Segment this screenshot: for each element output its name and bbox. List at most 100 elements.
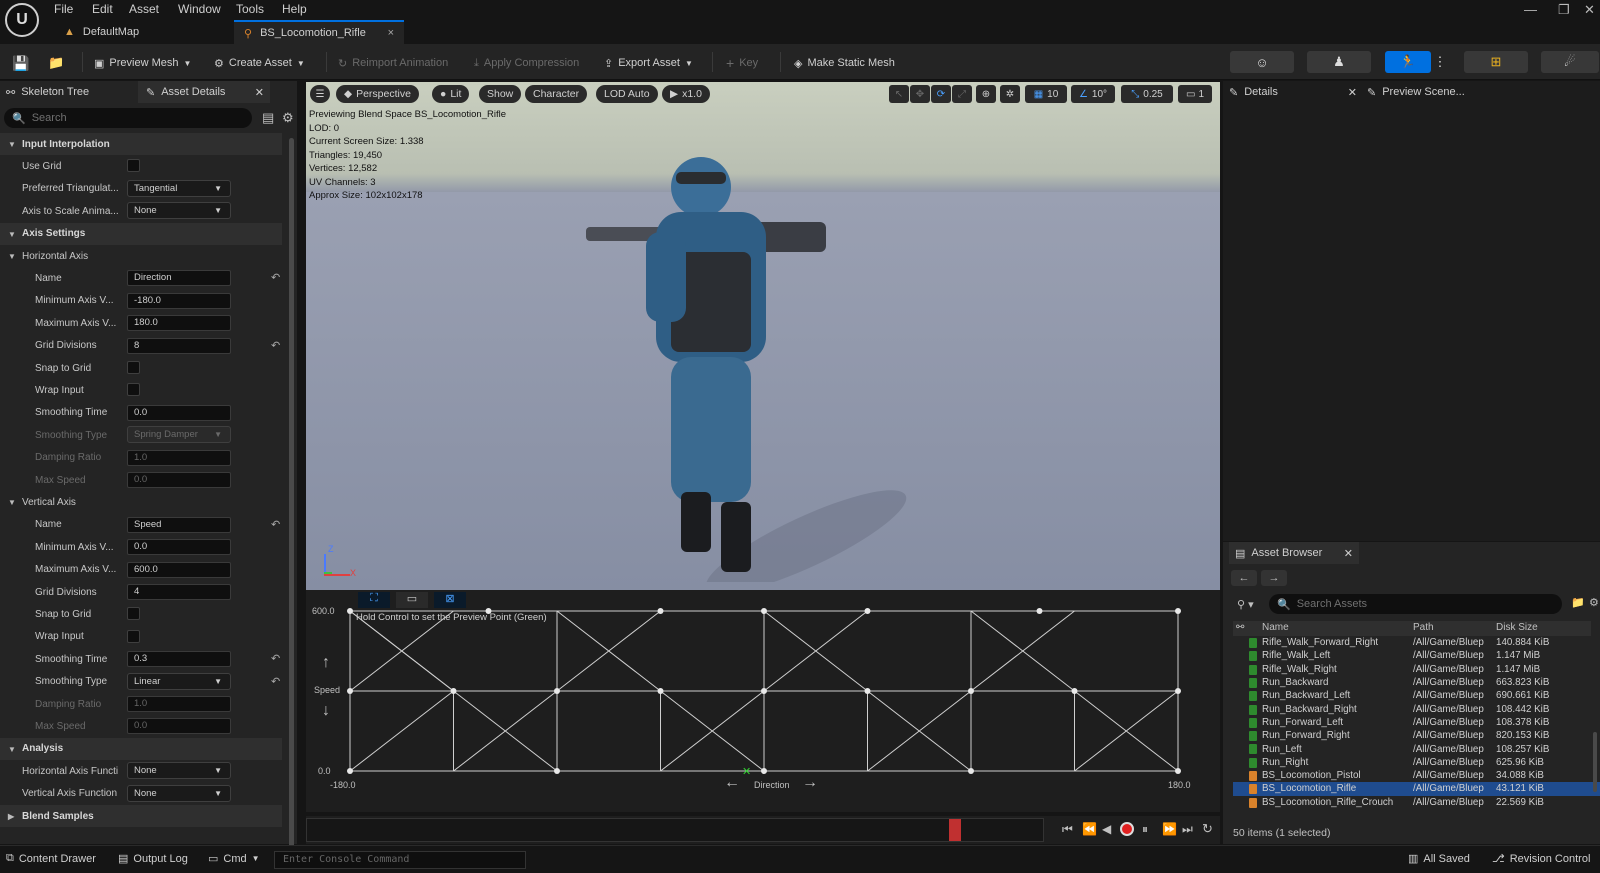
record-icon[interactable] <box>1120 822 1134 836</box>
property-value-field[interactable]: 0.3 <box>127 651 231 668</box>
property-row[interactable]: ▼ Horizontal Axis <box>0 245 282 267</box>
reset-to-default-icon[interactable]: ↶ <box>271 675 280 688</box>
reimport-animation-button[interactable]: ↻ Reimport Animation <box>338 53 448 73</box>
make-static-mesh-button[interactable]: ◈ Make Static Mesh <box>794 53 895 73</box>
col-name[interactable]: Name <box>1262 622 1289 633</box>
revision-control-button[interactable]: ⎇ Revision Control <box>1492 852 1590 866</box>
maximize-icon[interactable]: ❐ <box>1558 2 1570 18</box>
folder-icon[interactable]: 📁 <box>1571 596 1585 609</box>
mesh-mode-icon[interactable]: ♟ <box>1307 51 1371 73</box>
reset-to-default-icon[interactable]: ↶ <box>271 339 280 352</box>
tab-preview-scene[interactable]: ✎ Preview Scene... <box>1367 81 1507 103</box>
property-row[interactable]: ▼ Analysis <box>0 737 282 760</box>
unreal-logo-icon[interactable]: U <box>5 3 39 37</box>
preview-viewport[interactable]: ☰ ◆ Perspective ● Lit Show Character LOD… <box>306 82 1220 590</box>
loop-icon[interactable]: ↻ <box>1202 821 1213 837</box>
sample-point[interactable] <box>554 768 560 774</box>
close-window-icon[interactable]: ✕ <box>1584 2 1595 18</box>
asset-row[interactable]: Run_Backward_Left/All/Game/Bluep 690.661 … <box>1233 689 1600 702</box>
rotation-snap-toggle[interactable]: ∠ 10° <box>1071 85 1115 103</box>
details-search-input[interactable]: 🔍 Search <box>4 108 252 128</box>
select-tool-icon[interactable]: ↖ <box>889 85 909 103</box>
menu-file[interactable]: File <box>54 2 73 16</box>
asset-row[interactable]: Run_Forward_Left/All/Game/Bluep 108.378 K… <box>1233 716 1600 729</box>
collapse-arrow-icon[interactable]: ▼ <box>8 745 16 754</box>
skip-start-icon[interactable]: ⏮ <box>1062 822 1073 837</box>
property-value-field[interactable]: 0.0 <box>127 404 231 421</box>
sample-point[interactable] <box>761 688 767 694</box>
translate-tool-icon[interactable]: ✥ <box>910 85 930 103</box>
browse-icon[interactable]: 📁 <box>48 53 64 73</box>
minimize-icon[interactable]: — <box>1524 2 1537 17</box>
scale-snap-toggle[interactable]: ⤡ 0.25 <box>1121 85 1173 103</box>
property-value-field[interactable]: Direction <box>127 270 231 287</box>
menu-tools[interactable]: Tools <box>236 2 264 16</box>
sample-point[interactable] <box>347 608 353 614</box>
property-dropdown[interactable]: Tangential ▼ <box>127 179 231 197</box>
timeline[interactable]: ⏮ ⏪ ◀ ⏸ ⏩ ⏭ ↻ <box>306 816 1220 844</box>
settings-gear-icon[interactable]: ⚙ <box>282 110 294 126</box>
sample-point[interactable] <box>1175 768 1181 774</box>
camera-speed-button[interactable]: ▭ 1 <box>1178 85 1212 103</box>
asset-row[interactable]: Run_Right/All/Game/Bluep 625.96 KiB <box>1233 756 1600 769</box>
asset-search-input[interactable]: 🔍 Search Assets <box>1269 594 1562 614</box>
property-checkbox[interactable] <box>127 159 140 173</box>
collapse-arrow-icon[interactable]: ▼ <box>8 140 16 149</box>
asset-row[interactable]: Run_Backward/All/Game/Bluep 663.823 KiB <box>1233 676 1600 689</box>
property-dropdown[interactable]: None ▼ <box>127 202 231 220</box>
sample-point[interactable] <box>450 688 457 694</box>
property-checkbox[interactable] <box>127 383 140 397</box>
tab-close-icon[interactable]: ✕ <box>255 86 264 99</box>
property-dropdown[interactable]: Linear ▼ <box>127 672 231 690</box>
lod-button[interactable]: LOD Auto <box>596 85 658 103</box>
property-dropdown[interactable]: None ▼ <box>127 762 231 780</box>
property-row[interactable]: ▼ Axis Settings <box>0 222 282 245</box>
sample-point[interactable] <box>864 608 871 614</box>
sample-point[interactable] <box>657 608 664 614</box>
grid-snap-toggle[interactable]: ▦ 10 <box>1025 85 1067 103</box>
play-reverse-icon[interactable]: ◀ <box>1102 822 1111 836</box>
play-rate-button[interactable]: ▶ x1.0 <box>662 85 710 103</box>
tab-skeleton-tree[interactable]: ⚯ Skeleton Tree <box>6 81 136 103</box>
property-checkbox[interactable] <box>127 361 140 374</box>
property-value-field[interactable]: -180.0 <box>127 292 231 309</box>
menu-help[interactable]: Help <box>282 2 307 16</box>
menu-asset[interactable]: Asset <box>129 2 159 16</box>
filter-icon[interactable]: ⚲ ▾ <box>1237 598 1254 611</box>
apply-compression-button[interactable]: ⤓ Apply Compression <box>474 53 579 73</box>
details-scrollbar[interactable] <box>289 138 294 848</box>
tab-asset-browser[interactable]: ▤ Asset Browser ✕ <box>1229 542 1359 564</box>
asset-row[interactable]: BS_Locomotion_Rifle_Crouch/All/Game/Blue… <box>1233 796 1600 809</box>
property-value-field[interactable]: 0.0 <box>127 539 231 556</box>
col-path[interactable]: Path <box>1413 622 1434 633</box>
asset-row[interactable]: Run_Backward_Right/All/Game/Bluep 108.442… <box>1233 703 1600 716</box>
property-checkbox[interactable] <box>127 607 140 621</box>
collapse-arrow-icon[interactable]: ▼ <box>8 252 16 261</box>
sample-point[interactable] <box>554 688 560 694</box>
property-value-field[interactable]: 180.0 <box>127 315 231 332</box>
character-button[interactable]: Character <box>525 85 588 103</box>
sample-point[interactable] <box>761 608 767 614</box>
asset-row[interactable]: Run_Left/All/Game/Bluep 108.257 KiB <box>1233 742 1600 755</box>
asset-row[interactable]: BS_Locomotion_Pistol/All/Game/Bluep 34.08… <box>1233 769 1600 782</box>
forward-arrow-icon[interactable]: → <box>1261 570 1287 586</box>
physics-mode-icon[interactable]: ☄ <box>1541 51 1599 73</box>
export-asset-button[interactable]: ⇪ Export Asset ▼ <box>604 53 693 73</box>
sample-point[interactable] <box>347 688 353 694</box>
cmd-dropdown[interactable]: ▭ Cmd ▼ <box>208 852 260 866</box>
reset-to-default-icon[interactable]: ↶ <box>271 652 280 665</box>
sample-point[interactable] <box>347 768 353 774</box>
reset-to-default-icon[interactable]: ↶ <box>271 271 280 284</box>
sample-point[interactable] <box>761 768 767 774</box>
col-disk-size[interactable]: Disk Size <box>1496 622 1538 633</box>
property-dropdown[interactable]: None ▼ <box>127 784 231 802</box>
save-icon[interactable]: 💾 <box>12 53 29 73</box>
property-checkbox[interactable] <box>127 629 140 643</box>
asset-row[interactable]: BS_Locomotion_Rifle/All/Game/Bluep 43.121… <box>1233 782 1600 796</box>
sample-point[interactable] <box>968 688 974 694</box>
viewport-menu-icon[interactable]: ☰ <box>310 85 330 103</box>
tab-close-icon[interactable]: ✕ <box>1344 547 1353 560</box>
blueprint-mode-icon[interactable]: ⊞ <box>1464 51 1528 73</box>
property-value-field[interactable]: 8 <box>127 337 231 354</box>
reset-to-default-icon[interactable]: ↶ <box>271 518 280 531</box>
